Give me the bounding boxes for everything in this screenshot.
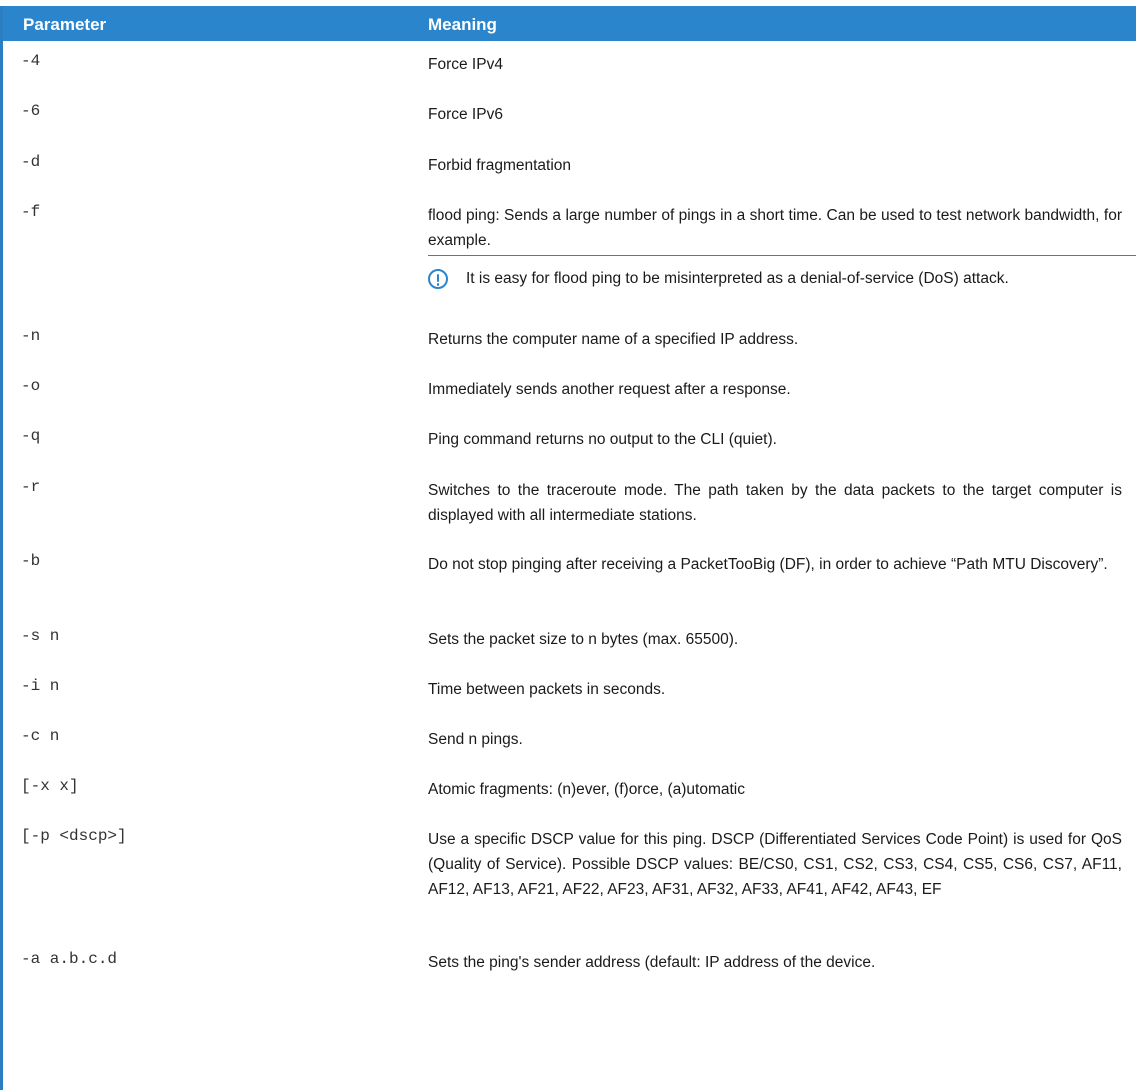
- meaning-cell: Force IPv4: [428, 56, 503, 73]
- param-cell: -4: [21, 52, 41, 70]
- param-cell: -c n: [21, 727, 60, 745]
- param-cell: -a a.b.c.d: [21, 950, 118, 968]
- header-parameter: Parameter: [23, 15, 107, 34]
- meaning-cell: Atomic fragments: (n)ever, (f)orce, (a)u…: [428, 781, 745, 798]
- meaning-cell: Switches to the traceroute mode. The pat…: [428, 482, 1122, 524]
- meaning-cell: Use a specific DSCP value for this ping.…: [428, 831, 1122, 898]
- meaning-cell: Force IPv6: [428, 106, 503, 123]
- meaning-cell: Sets the ping's sender address (default:…: [428, 954, 876, 971]
- note-text: It is easy for flood ping to be misinter…: [466, 270, 1009, 287]
- param-cell: -6: [21, 102, 41, 120]
- meaning-cell: Do not stop pinging after receiving a Pa…: [428, 556, 1108, 573]
- meaning-cell: Forbid fragmentation: [428, 157, 572, 174]
- header-meaning: Meaning: [428, 15, 497, 34]
- note-divider: [428, 255, 1136, 256]
- param-cell: -d: [21, 153, 41, 171]
- table-header: Parameter Meaning: [3, 6, 1136, 41]
- exclamation-circle-icon: [428, 269, 448, 289]
- param-cell: -i n: [21, 677, 60, 695]
- param-cell: -f: [21, 203, 41, 221]
- meaning-cell: Time between packets in seconds.: [428, 681, 666, 698]
- meaning-cell: Ping command returns no output to the CL…: [428, 431, 777, 448]
- param-cell: -s n: [21, 627, 60, 645]
- param-cell: -b: [21, 552, 41, 570]
- meaning-cell: flood ping: Sends a large number of ping…: [428, 207, 1122, 249]
- param-cell: [-p <dscp>]: [21, 827, 127, 845]
- meaning-cell: Sets the packet size to n bytes (max. 65…: [428, 631, 739, 648]
- meaning-cell: Immediately sends another request after …: [428, 381, 791, 398]
- meaning-cell: Send n pings.: [428, 731, 523, 748]
- param-cell: [-x x]: [21, 777, 79, 795]
- param-cell: -r: [21, 478, 41, 496]
- param-cell: -o: [21, 377, 41, 395]
- parameter-table: Parameter Meaning -4 Force IPv4 -6 Force…: [0, 6, 1136, 1090]
- meaning-cell: Returns the computer name of a specified…: [428, 331, 799, 348]
- param-cell: -n: [21, 327, 41, 345]
- param-cell: -q: [21, 427, 41, 445]
